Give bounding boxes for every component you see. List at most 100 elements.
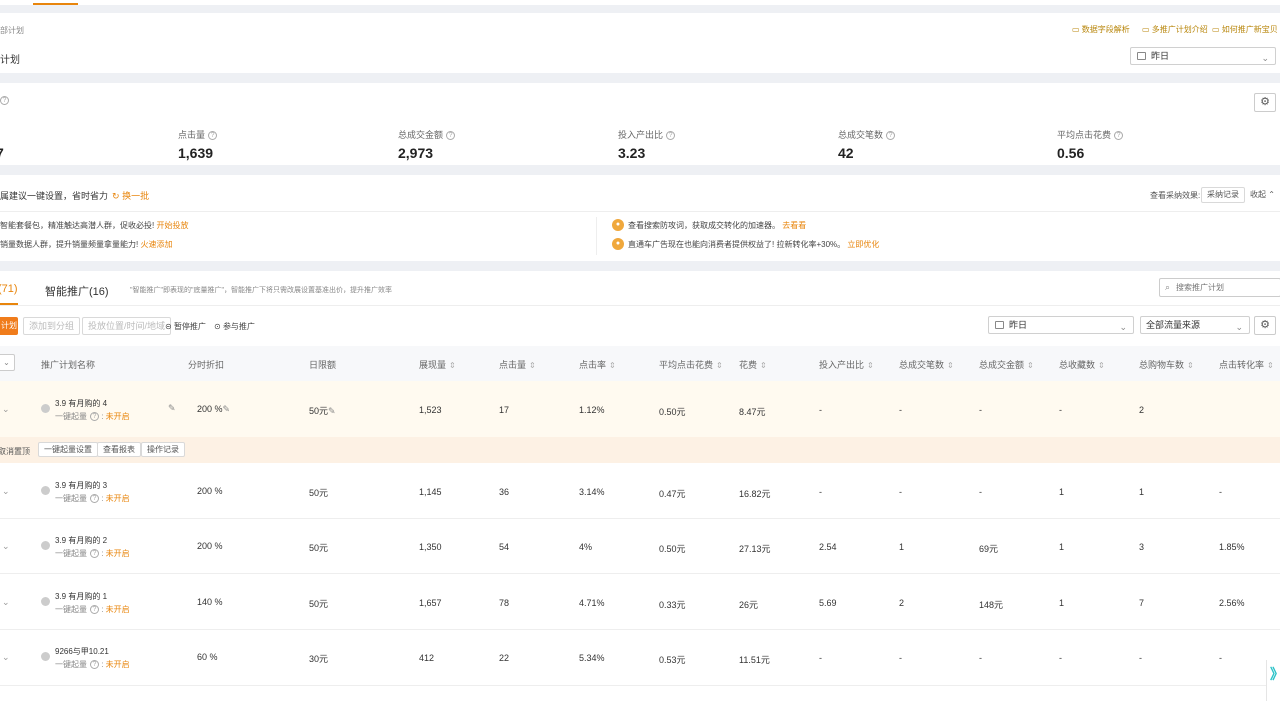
table-row[interactable] <box>0 574 1280 630</box>
breadcrumb[interactable]: 部计划 <box>0 25 24 36</box>
chevron-down-icon: ⌄ <box>1261 53 1269 63</box>
col-header-cvr[interactable]: 点击转化率 ⇕ <box>1219 358 1274 371</box>
plan-sub: 一键起量? : 未开启 <box>55 412 130 422</box>
help-icon: ? <box>90 660 99 670</box>
tabs-divider <box>0 305 1280 306</box>
cell-discount: 200 % <box>197 486 223 496</box>
plan-name[interactable]: 9266与甲10.21 <box>55 646 109 657</box>
table-row[interactable] <box>0 463 1280 519</box>
expand-icon[interactable]: ⌄ <box>2 404 10 415</box>
suggestion-item: 直通车广告现在也能向消费者提供权益了! 拉新转化率+30%。 立即优化 <box>628 240 880 249</box>
sort-icon: ⇕ <box>760 361 767 370</box>
search-box[interactable]: ⌕ <box>1159 278 1280 297</box>
expand-icon[interactable]: ⌄ <box>2 486 10 497</box>
suggestion-action-link[interactable]: 火速添加 <box>140 240 172 249</box>
col-header-cpc[interactable]: 平均点击花费 ⇕ <box>659 358 723 371</box>
table-row[interactable] <box>0 519 1280 574</box>
adoption-record-button[interactable]: 采纳记录 <box>1201 187 1245 203</box>
view-report-button[interactable]: 查看报表 <box>97 442 141 457</box>
new-plan-button[interactable]: 计划 <box>0 317 18 335</box>
suggestion-action-link[interactable]: 立即优化 <box>847 240 879 249</box>
cell-cart: 3 <box>1139 542 1145 552</box>
cell-gmv: 69元 <box>979 544 999 554</box>
row-action-bar <box>0 437 1280 463</box>
help-icon: ? <box>90 412 99 422</box>
cell-cvr: 2.56% <box>1219 598 1245 608</box>
metric-label-roi: 投入产出比? <box>618 128 676 141</box>
cell-gmv: - <box>979 653 982 663</box>
help-icon[interactable]: ? <box>0 96 9 105</box>
edit-icon[interactable]: ✎ <box>168 403 176 414</box>
table-row[interactable] <box>0 381 1280 437</box>
col-header-cost[interactable]: 花费 ⇕ <box>739 358 767 371</box>
cell-cpc: 0.50元 <box>659 407 686 417</box>
unpin-button[interactable]: 取消置顶 <box>0 446 30 457</box>
expand-icon[interactable]: ⌄ <box>2 541 10 552</box>
cell-cvr: 1.85% <box>1219 542 1245 552</box>
col-header-name: 推广计划名称 <box>41 360 96 370</box>
pause-button[interactable]: ⊝ 暂停推广 <box>165 321 206 332</box>
cell-favorites: 1 <box>1059 542 1065 552</box>
operation-log-button[interactable]: 操作记录 <box>141 442 185 457</box>
col-header-cart[interactable]: 总购物车数 ⇕ <box>1139 358 1194 371</box>
one-click-boost-settings-button[interactable]: 一键起量设置 <box>38 442 98 457</box>
add-to-group-button[interactable]: 添加到分组 <box>23 317 81 335</box>
chevron-down-icon: ⌄ <box>1235 322 1243 332</box>
metric-value-roi: 3.23 <box>618 145 646 161</box>
expand-icon[interactable]: ⌄ <box>2 597 10 608</box>
column-settings-button[interactable]: ⚙ <box>1254 316 1276 335</box>
calendar-icon <box>995 321 1004 329</box>
refresh-link[interactable]: ↻ 换一批 <box>112 189 149 202</box>
cell-orders: - <box>899 653 902 663</box>
collapse-link[interactable]: 收起 ⌃ <box>1250 189 1275 200</box>
select-all-dropdown[interactable]: ⌄ <box>0 354 15 371</box>
col-header-clicks[interactable]: 点击量 ⇕ <box>499 358 536 371</box>
suggestions-card: 属建议一键设置，省时省力 ↻ 换一批 查看采纳效果: 采纳记录 收起 ⌃ 智能套… <box>0 175 1280 261</box>
col-header-ctr[interactable]: 点击率 ⇕ <box>579 358 616 371</box>
col-header-favorites[interactable]: 总收藏数 ⇕ <box>1059 358 1105 371</box>
table-row[interactable] <box>0 630 1280 686</box>
col-header-impressions[interactable]: 展现量 ⇕ <box>419 358 456 371</box>
settings-button[interactable]: ⚙ <box>1254 93 1276 112</box>
floating-help-widget[interactable]: 》 <box>1266 660 1280 701</box>
help-link-fields[interactable]: ▭ 数据字段解析 <box>1072 24 1130 35</box>
cell-limit: 50元✎ <box>309 406 336 416</box>
header-card: 部计划 计划 ▭ 数据字段解析 ▭ 多推广计划介绍 ▭ 如何推广新宝贝 昨日 ⌄ <box>0 13 1280 73</box>
suggestion-item: 查看搜索防攻词，获取成交转化的加速器。 去看看 <box>628 221 807 230</box>
cell-limit: 50元 <box>309 543 329 553</box>
suggestion-action-link[interactable]: 去看看 <box>782 221 806 230</box>
join-button[interactable]: ⊙ 参与推广 <box>214 321 255 332</box>
cell-impressions: 1,145 <box>419 487 442 497</box>
expand-icon[interactable]: ⌄ <box>2 652 10 663</box>
plan-name[interactable]: 3.9 有月购的 2 <box>55 535 107 546</box>
chat-icon: ● <box>612 219 624 231</box>
tab-smart[interactable]: 智能推广(16) <box>45 283 109 299</box>
status-dot <box>41 597 50 606</box>
status-dot <box>41 541 50 550</box>
cell-ctr: 5.34% <box>579 653 605 663</box>
cell-discount: 60 % <box>197 652 218 662</box>
plan-name[interactable]: 3.9 有月购的 1 <box>55 591 107 602</box>
table-date-select[interactable]: 昨日 ⌄ <box>988 316 1134 334</box>
metric-partial-value: 7 <box>0 145 4 161</box>
help-link-multi-plan[interactable]: ▭ 多推广计划介绍 <box>1142 24 1208 35</box>
cell-cart: - <box>1139 653 1142 663</box>
plan-name[interactable]: 3.9 有月购的 4 <box>55 398 107 409</box>
placement-button[interactable]: 投放位置/时间/地域 <box>82 317 172 335</box>
suggestion-action-link[interactable]: 开始投放 <box>156 221 188 230</box>
col-header-roi[interactable]: 投入产出比 ⇕ <box>819 358 874 371</box>
suggestion-item: 智能套餐包，精准触达高潜人群，促收必投! 开始投放 <box>0 221 189 230</box>
video-icon: ▭ <box>1142 25 1150 34</box>
cell-ctr: 1.12% <box>579 405 605 415</box>
plan-name[interactable]: 3.9 有月购的 3 <box>55 480 107 491</box>
help-icon: ? <box>886 131 896 141</box>
col-header-gmv[interactable]: 总成交金额 ⇕ <box>979 358 1034 371</box>
traffic-source-select[interactable]: 全部流量来源 ⌄ <box>1140 316 1250 334</box>
chevron-down-icon: ⌄ <box>3 358 10 367</box>
tab-standard[interactable]: (71) <box>0 283 18 295</box>
search-input[interactable] <box>1176 281 1276 294</box>
date-select[interactable]: 昨日 ⌄ <box>1130 47 1276 65</box>
play-icon: ⊙ <box>214 322 221 331</box>
col-header-orders[interactable]: 总成交笔数 ⇕ <box>899 358 954 371</box>
help-link-new-item[interactable]: ▭ 如何推广新宝贝 <box>1212 24 1278 35</box>
